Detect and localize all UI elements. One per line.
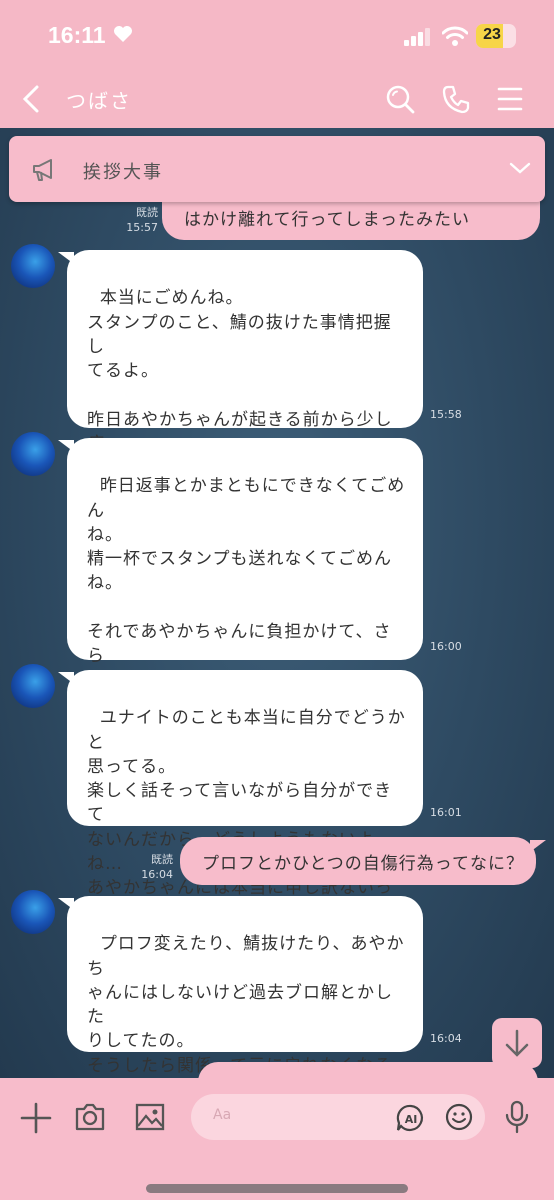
message-text: はかけ離れて行ってしまったみたい xyxy=(184,210,470,230)
search-icon[interactable] xyxy=(385,84,415,114)
svg-text:AI: AI xyxy=(405,1113,418,1126)
wifi-icon xyxy=(442,26,468,46)
message-time: 16:00 xyxy=(430,640,462,653)
contact-avatar[interactable] xyxy=(11,432,55,476)
message-time: 16:01 xyxy=(430,806,462,819)
message-meta: 既読 16:04 xyxy=(133,852,173,882)
message-input[interactable]: Aa AI xyxy=(191,1094,485,1140)
message-bubble-outgoing[interactable]: プロフとかひとつの自傷行為ってなに？ xyxy=(180,837,536,885)
camera-icon[interactable] xyxy=(74,1102,106,1132)
megaphone-icon xyxy=(33,159,52,181)
home-indicator xyxy=(146,1184,408,1193)
message-time: 15:57 xyxy=(126,221,158,234)
phone-icon[interactable] xyxy=(441,84,471,114)
message-meta: 既読 15:57 xyxy=(118,205,158,235)
contact-avatar[interactable] xyxy=(11,244,55,288)
message-time: 16:04 xyxy=(430,1032,462,1045)
announcement-text: 挨拶大事 xyxy=(83,162,163,183)
top-bar: 16:11 23 つばさ xyxy=(0,0,554,128)
image-icon[interactable] xyxy=(134,1102,166,1132)
input-placeholder: Aa xyxy=(213,1107,232,1123)
contact-avatar[interactable] xyxy=(11,664,55,708)
heart-icon xyxy=(114,26,132,42)
battery-level: 23 xyxy=(483,26,501,43)
read-receipt: 既読 xyxy=(151,853,173,866)
message-bubble-incoming[interactable]: プロフ変えたり、鯖抜けたり、あやかち ゃんにはしないけど過去ブロ解とかした りし… xyxy=(67,896,423,1149)
read-receipt: 既読 xyxy=(136,206,158,219)
message-text: プロフとかひとつの自傷行為ってなに？ xyxy=(202,854,524,874)
arrow-down-icon xyxy=(505,1029,529,1057)
signal-icon xyxy=(404,28,430,46)
contact-avatar[interactable] xyxy=(11,890,55,934)
announcement-banner[interactable]: 挨拶大事 xyxy=(9,136,545,202)
chevron-down-icon[interactable] xyxy=(509,160,531,176)
back-icon[interactable] xyxy=(20,84,44,114)
message-time: 16:04 xyxy=(141,868,173,881)
battery-indicator: 23 xyxy=(476,24,516,48)
bubble-tail xyxy=(530,840,546,852)
message-bubble-incoming[interactable]: 昨日返事とかまともにできなくてごめん ね。 精一杯でスタンプも送れなくてごめん … xyxy=(67,438,423,764)
composer-bar: Aa AI xyxy=(0,1078,554,1200)
status-time: 16:11 xyxy=(48,22,106,48)
message-bubble-incoming[interactable]: 本当にごめんね。 スタンプのこと、鯖の抜けた事情把握し てるよ。 昨日あやかちゃ… xyxy=(67,250,423,527)
chat-title: つばさ xyxy=(66,89,132,113)
menu-icon[interactable] xyxy=(497,84,523,114)
mic-icon[interactable] xyxy=(504,1100,530,1134)
message-bubble-incoming[interactable]: ユナイトのことも本当に自分でどうかと 思ってる。 楽しく話そって言いながら自分が… xyxy=(67,670,423,947)
message-time: 15:58 xyxy=(430,408,462,421)
scroll-to-bottom-button[interactable] xyxy=(492,1018,542,1068)
plus-icon[interactable] xyxy=(20,1102,52,1134)
ai-icon[interactable]: AI xyxy=(395,1103,427,1133)
emoji-icon[interactable] xyxy=(444,1102,474,1132)
